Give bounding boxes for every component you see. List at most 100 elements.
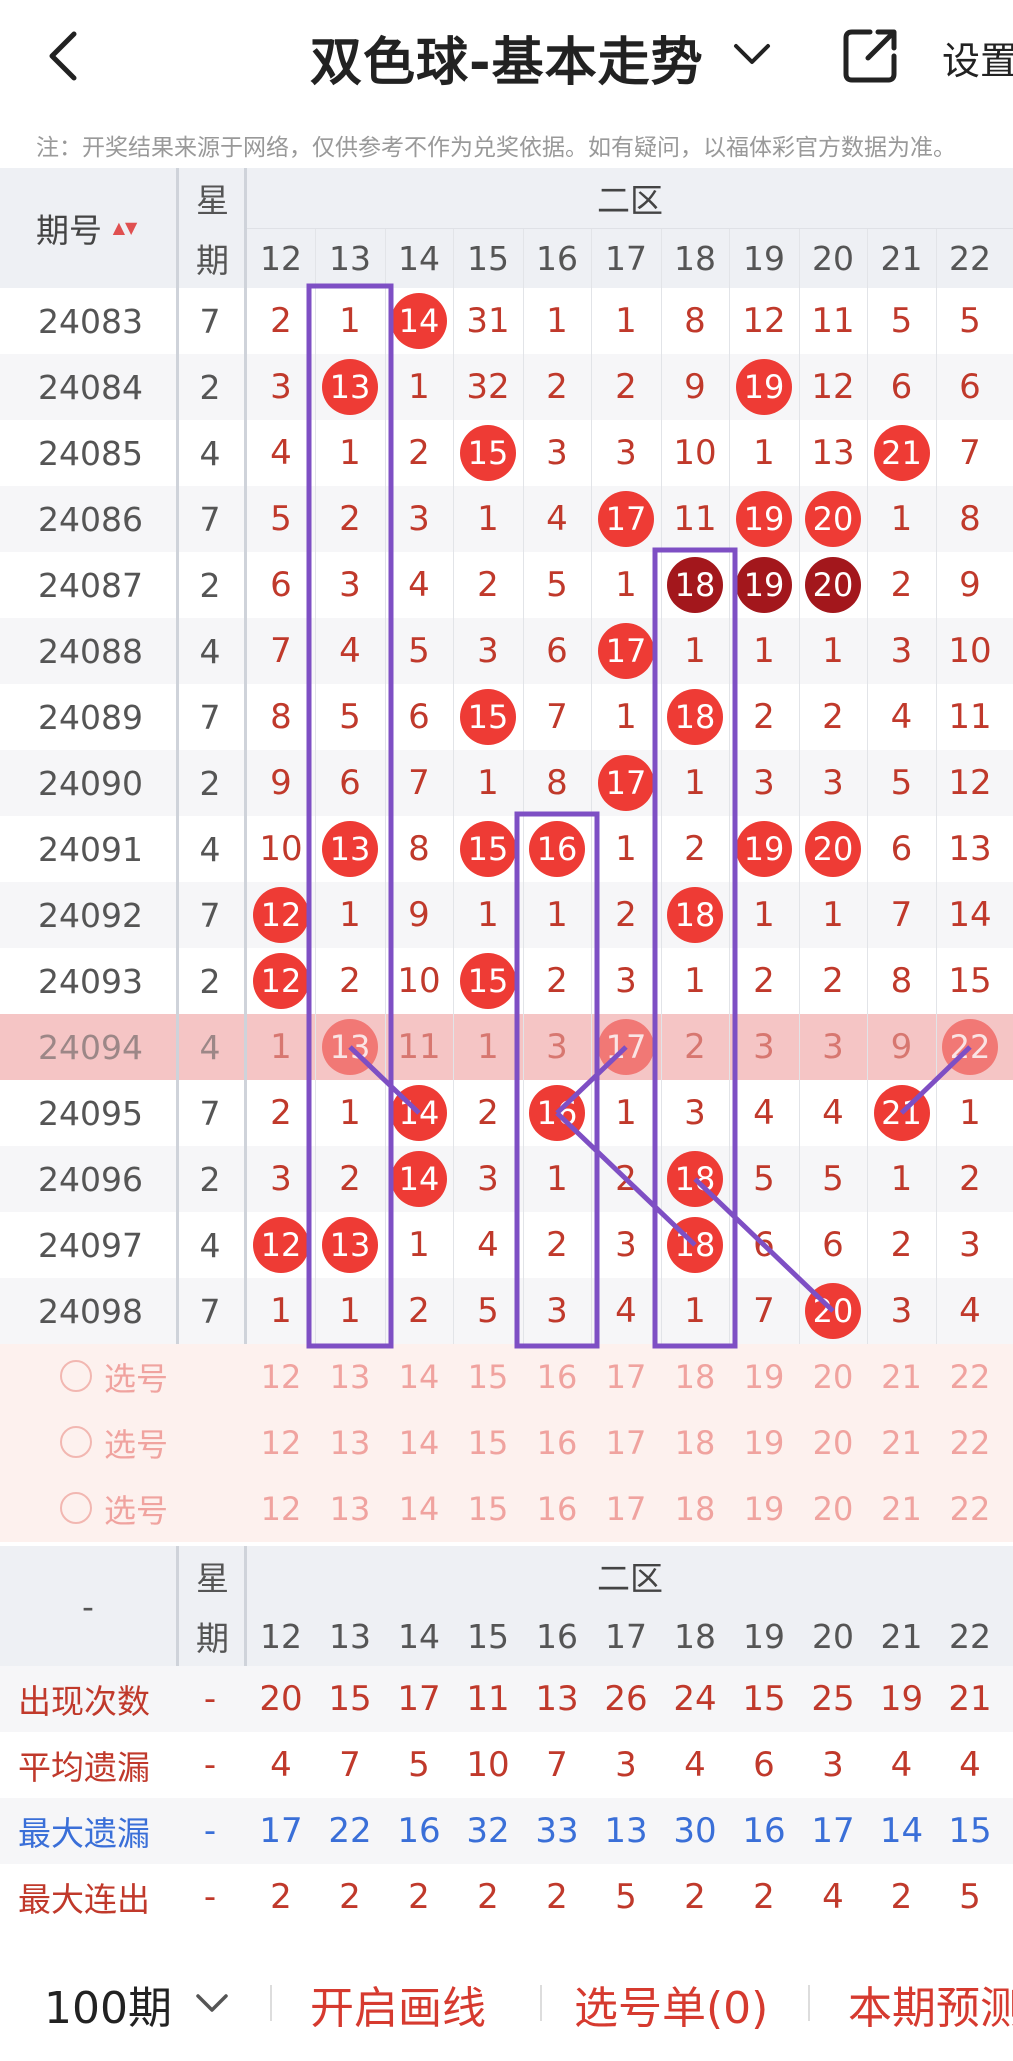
back-arrow-icon[interactable] [40,28,90,84]
select-label[interactable]: 选号 [104,1476,204,1542]
select-number[interactable]: 22 [936,1410,1004,1476]
omission-value: 11 [673,499,717,539]
select-number[interactable]: 17 [591,1344,661,1410]
number-ball[interactable]: 17 [598,491,654,547]
omission-value: 6 [753,1225,775,1265]
number-ball[interactable]: 21 [873,1085,930,1141]
select-number[interactable]: 16 [523,1344,591,1410]
number-ball[interactable]: 18 [667,887,723,943]
select-number[interactable]: 16 [523,1410,591,1476]
number-ball[interactable]: 15 [460,821,516,877]
sort-arrow-icon[interactable]: ▲▼ [112,206,138,250]
select-number[interactable]: 19 [729,1476,799,1542]
omission-value: 2 [890,565,913,605]
number-ball[interactable]: 14 [391,1085,447,1141]
number-ball[interactable]: 13 [322,359,378,415]
select-label[interactable]: 选号 [104,1410,204,1476]
chevron-down-icon[interactable] [192,1986,232,2020]
select-number[interactable]: 12 [247,1476,315,1542]
number-ball[interactable]: 19 [736,557,792,613]
select-number[interactable]: 15 [453,1410,523,1476]
number-ball[interactable]: 12 [253,953,309,1009]
omission-value: 1 [270,1027,292,1067]
select-number[interactable]: 20 [799,1410,867,1476]
select-number[interactable]: 20 [799,1476,867,1542]
select-number[interactable]: 19 [729,1410,799,1476]
select-number[interactable]: 17 [591,1476,661,1542]
number-ball[interactable]: 17 [598,755,654,811]
chevron-down-icon[interactable] [730,34,774,74]
number-ball[interactable]: 12 [253,887,309,943]
select-number[interactable]: 20 [799,1344,867,1410]
omission-value: 2 [615,895,637,935]
column-header: 19 [743,1616,785,1656]
number-ball[interactable]: 16 [529,821,585,877]
number-ball[interactable]: 17 [598,623,654,679]
select-number[interactable]: 18 [661,1476,729,1542]
issue-header[interactable]: 期号 [0,168,178,288]
share-icon[interactable] [840,24,902,86]
weekday-value: 2 [199,565,221,605]
select-number[interactable]: 21 [867,1344,936,1410]
select-number[interactable]: 16 [523,1476,591,1542]
number-ball[interactable]: 17 [598,1019,654,1075]
radio-circle-icon[interactable] [60,1492,92,1524]
weekday-value: 2 [199,1159,221,1199]
number-ball[interactable]: 20 [805,821,861,877]
disclaimer-notice: 注：开奖结果来源于网络，仅供参考不作为兑奖依据。如有疑问，以福体彩官方数据为准。 [36,135,956,161]
prediction-button[interactable]: 本期预测 [848,1972,1013,2036]
radio-circle-icon[interactable] [60,1360,92,1392]
select-number[interactable]: 14 [385,1344,453,1410]
select-number[interactable]: 18 [661,1410,729,1476]
select-number[interactable]: 13 [315,1344,385,1410]
select-number[interactable]: 15 [453,1476,523,1542]
select-number[interactable]: 22 [936,1476,1004,1542]
number-ball[interactable]: 18 [667,557,723,613]
number-ball[interactable]: 20 [805,491,861,547]
omission-value: 1 [684,631,706,671]
select-number[interactable]: 12 [247,1344,315,1410]
select-number[interactable]: 13 [315,1476,385,1542]
select-number[interactable]: 18 [661,1344,729,1410]
column-header: 15 [467,238,509,278]
number-ball[interactable]: 19 [736,491,792,547]
number-ball[interactable]: 14 [391,293,447,349]
settings-button[interactable]: 设置 [942,30,1013,85]
number-ball[interactable]: 18 [667,1151,723,1207]
number-ball[interactable]: 14 [391,1151,447,1207]
select-number[interactable]: 13 [315,1410,385,1476]
select-number[interactable]: 15 [453,1344,523,1410]
omission-value: 4 [959,1291,981,1331]
number-ball[interactable]: 15 [460,425,516,481]
number-ball[interactable]: 18 [667,689,723,745]
number-ball[interactable]: 18 [667,1217,723,1273]
number-ball[interactable]: 22 [942,1019,998,1075]
number-ball[interactable]: 19 [736,821,792,877]
period-selector[interactable]: 100期 [44,1972,172,2036]
page-title[interactable]: 双色球-基本走势 [310,20,704,95]
number-ball[interactable]: 20 [805,557,861,613]
selection-list-button[interactable]: 选号单(0) [574,1972,768,2036]
radio-circle-icon[interactable] [60,1426,92,1458]
number-ball[interactable]: 20 [805,1283,861,1339]
number-ball[interactable]: 15 [460,689,516,745]
number-ball[interactable]: 21 [873,425,930,481]
number-ball[interactable]: 19 [736,359,792,415]
select-number[interactable]: 12 [247,1410,315,1476]
number-ball[interactable]: 12 [253,1217,309,1273]
select-number[interactable]: 22 [936,1344,1004,1410]
select-number[interactable]: 21 [867,1476,936,1542]
omission-value: 12 [811,367,855,407]
select-label[interactable]: 选号 [104,1344,204,1410]
select-number[interactable]: 19 [729,1344,799,1410]
select-number[interactable]: 14 [385,1476,453,1542]
number-ball[interactable]: 15 [460,953,516,1009]
draw-lines-button[interactable]: 开启画线 [310,1972,486,2036]
number-ball[interactable]: 13 [322,1019,378,1075]
number-ball[interactable]: 13 [322,821,378,877]
number-ball[interactable]: 13 [322,1217,378,1273]
select-number[interactable]: 14 [385,1410,453,1476]
select-number[interactable]: 17 [591,1410,661,1476]
number-ball[interactable]: 16 [529,1085,585,1141]
select-number[interactable]: 21 [867,1410,936,1476]
